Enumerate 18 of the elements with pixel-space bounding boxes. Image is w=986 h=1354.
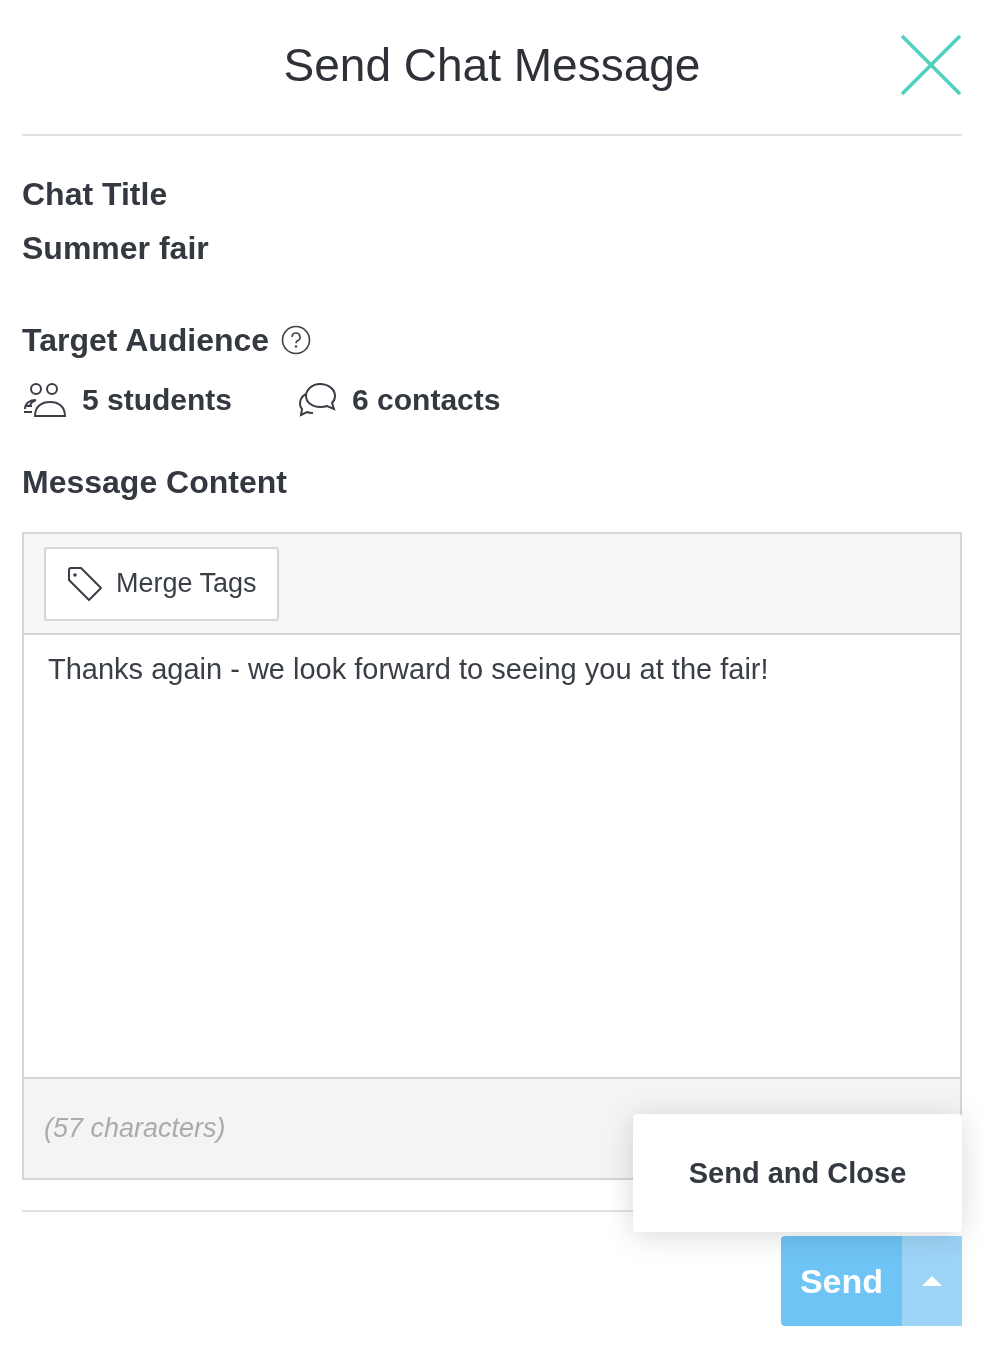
- close-icon[interactable]: [900, 34, 962, 96]
- field-label: Target Audience: [22, 321, 270, 360]
- recipient-count: 5 students: [82, 383, 233, 417]
- tag-icon: [66, 564, 104, 603]
- dialog-title: Send Chat Message: [283, 38, 701, 92]
- recipient-count: 6 contacts: [352, 383, 501, 417]
- field-label: Chat Title: [22, 175, 169, 214]
- field-label: Message Content: [22, 463, 288, 502]
- chat-title-value: Summer fair: [22, 229, 210, 268]
- merge-tags-button[interactable]: Merge Tags: [44, 546, 279, 621]
- people-icon: [22, 382, 68, 418]
- help-icon[interactable]: [281, 325, 312, 355]
- caret-up-icon: [922, 1275, 942, 1287]
- chat-bubbles-icon: [298, 382, 339, 418]
- menu-item[interactable]: Send and Close: [680, 1148, 915, 1198]
- dropdown-toggle[interactable]: [902, 1236, 962, 1326]
- message-field[interactable]: Thanks again - we look forward to seeing you at the fair!: [24, 633, 960, 1079]
- character-count: (57 characters): [44, 1113, 226, 1144]
